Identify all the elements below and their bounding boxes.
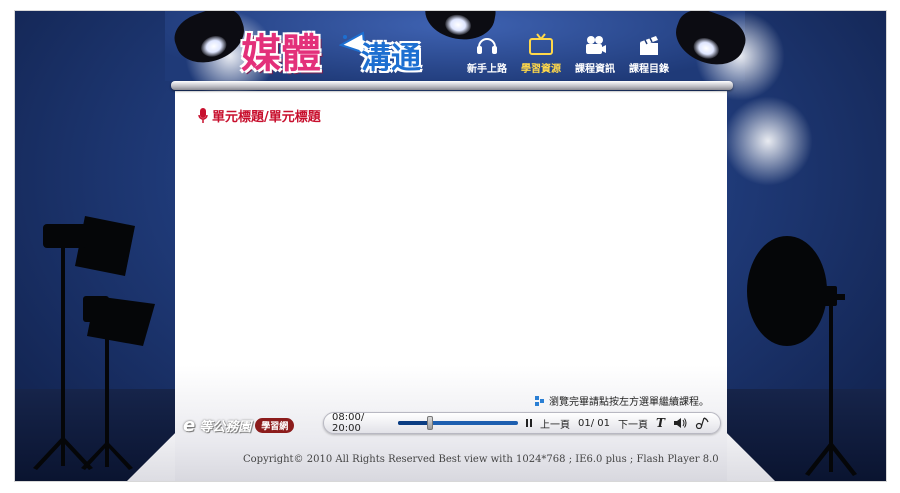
logo-sub-text: 溝通 (361, 41, 421, 76)
brand-logo: e 等公務園 學習網 (183, 415, 295, 436)
continue-hint-text: 瀏覽完畢請點按左方選單繼續課程。 (549, 397, 709, 408)
camera-icon (581, 31, 609, 59)
spotlight-beam (723, 96, 813, 186)
microphone-icon (198, 107, 208, 123)
text-size-icon[interactable]: T (656, 416, 665, 430)
media-player-bar: 08:00/ 20:00 上一頁 01/ 01 下一頁 T (323, 412, 721, 434)
main-nav: 新手上路 學習資源 課程資訊 課程目錄 (463, 31, 673, 75)
progress-track[interactable] (398, 416, 518, 430)
nav-item-course-info[interactable]: 課程資訊 (571, 31, 619, 75)
brand-e: e (183, 415, 196, 436)
studio-softbox-left-icon (33, 216, 155, 470)
copyright-text: Copyright© 2010 All Rights Reserved Best… (243, 454, 719, 465)
course-stage: 媒體 溝通 新手上路 學習資源 課程資訊 課程目錄 單元標題/單元標題 瀏覽完畢… (14, 10, 887, 482)
volume-icon[interactable] (673, 417, 687, 429)
nav-item-beginner[interactable]: 新手上路 (463, 31, 511, 75)
nav-label: 課程資訊 (575, 64, 615, 75)
nav-label: 新手上路 (467, 64, 507, 75)
continue-hint: 瀏覽完畢請點按左方選單繼續課程。 (535, 393, 709, 408)
unit-title-text: 單元標題/單元標題 (212, 110, 321, 125)
arrow-squares-icon (535, 395, 544, 406)
next-page-button[interactable]: 下一頁 (618, 416, 648, 431)
logo-main-text: 媒體 (241, 31, 321, 77)
site-logo: 媒體 溝通 (241, 19, 441, 79)
progress-thumb[interactable] (427, 416, 434, 430)
brand-name: 等公務園 (199, 420, 252, 435)
unit-title: 單元標題/單元標題 (198, 106, 321, 125)
clapperboard-icon (635, 31, 663, 59)
nav-item-resources[interactable]: 學習資源 (517, 31, 565, 75)
playback-time: 08:00/ 20:00 (332, 412, 365, 434)
studio-reflector-right-icon (747, 236, 857, 476)
brand-badge: 學習網 (255, 418, 295, 433)
nav-label: 課程目錄 (629, 64, 669, 75)
pause-icon[interactable] (526, 419, 532, 427)
prev-page-button[interactable]: 上一頁 (540, 416, 570, 431)
backdrop-rod (171, 81, 733, 90)
nav-item-course-catalog[interactable]: 課程目錄 (625, 31, 673, 75)
music-note-icon[interactable] (695, 417, 709, 429)
tv-icon (527, 31, 555, 59)
progress-fill (398, 421, 431, 425)
headphones-icon (473, 31, 501, 59)
nav-label: 學習資源 (521, 64, 561, 75)
page-counter: 01/ 01 (578, 417, 610, 429)
